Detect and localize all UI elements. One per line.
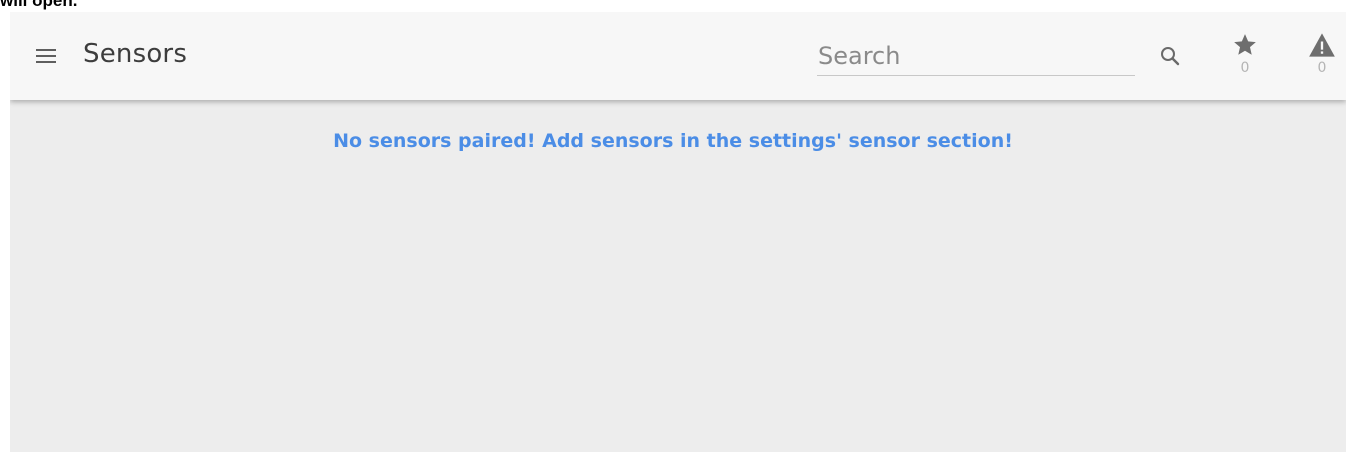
star-icon: [1234, 34, 1256, 55]
empty-state-message: No sensors paired! Add sensors in the se…: [333, 130, 1013, 152]
sensor-list-area: [10, 100, 1346, 452]
search-input[interactable]: [817, 38, 1135, 74]
alerts-button[interactable]: 0: [1307, 32, 1337, 84]
favorites-count: 0: [1240, 60, 1250, 76]
page-title: Sensors: [83, 39, 188, 69]
top-toolbar: Sensors 0 0: [10, 12, 1346, 100]
page-caption: will open.: [0, 0, 78, 10]
favorites-button[interactable]: 0: [1230, 32, 1260, 84]
warning-icon: [1309, 33, 1335, 57]
sensors-app: Sensors 0 0: [10, 12, 1346, 452]
search-icon[interactable]: [1158, 44, 1182, 68]
hamburger-menu-icon[interactable]: [36, 47, 56, 63]
search-field: [817, 38, 1135, 76]
alerts-count: 0: [1317, 60, 1327, 76]
